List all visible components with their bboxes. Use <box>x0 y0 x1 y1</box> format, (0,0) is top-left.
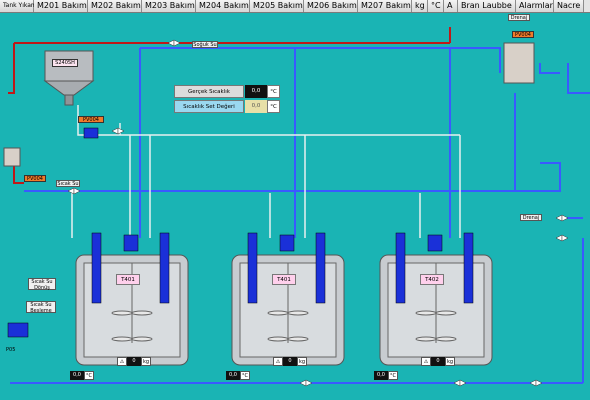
pv-orange-tag[interactable]: PV004 <box>24 175 46 182</box>
weight-unit: kg <box>141 357 151 366</box>
tank-weight-3: ⚠ 0 kg <box>421 357 461 366</box>
tank-temp-2: 0,0 °C <box>226 371 266 380</box>
real-temp-unit: °C <box>267 85 280 98</box>
process-canvas: S240SH Soğuk Su Sıcak Su Drenaj Drenaj S… <box>0 13 590 400</box>
soguk-su-label: Soğuk Su <box>192 41 218 48</box>
tank-weight-2: ⚠ 0 kg <box>273 357 313 366</box>
tank-temp-1: 0,0 °C <box>70 371 110 380</box>
temp-unit: °C <box>84 371 94 380</box>
set-temp-unit: °C <box>267 100 280 113</box>
tank-name-2[interactable]: T401 <box>272 274 296 285</box>
drenaj-top-label[interactable]: Drenaj <box>508 14 530 21</box>
temp-value: 0,0 <box>70 371 84 380</box>
temp-value: 0,0 <box>226 371 240 380</box>
tab-alarmlar[interactable]: Alarmlar <box>516 0 554 12</box>
weight-unit: kg <box>445 357 455 366</box>
top-tab-bar: Tank Yıkama M201 Bakım M202 Bakım M203 B… <box>0 0 590 13</box>
tank-temp-3: 0,0 °C <box>374 371 414 380</box>
temperature-panel: Gerçek Sıcaklık 0,0 °C Sıcaklık Set Değe… <box>174 85 280 113</box>
sicak-su-donus-label: Sıcak Su Dönüş <box>28 278 56 291</box>
silo-label[interactable]: S240SH <box>52 59 78 67</box>
drenaj-right-label[interactable]: Drenaj <box>520 214 542 221</box>
warning-icon: ⚠ <box>117 357 127 366</box>
real-temp-value: 0,0 <box>245 85 267 98</box>
silo-valve-tag[interactable]: PV004 <box>78 116 104 123</box>
weight-unit: kg <box>297 357 307 366</box>
tank-name-1[interactable]: T401 <box>116 274 140 285</box>
temp-unit: °C <box>240 371 250 380</box>
set-temp-value[interactable]: 0,0 <box>245 100 267 113</box>
tab-amper[interactable]: A <box>444 0 458 12</box>
piping-diagram <box>3 27 590 387</box>
exchanger-tag[interactable]: PV004 <box>512 31 534 38</box>
tab-m203-bakim[interactable]: M203 Bakım <box>142 0 196 12</box>
tab-tank-yikama[interactable]: Tank Yıkama <box>0 0 40 12</box>
tab-m201-bakim[interactable]: M201 Bakım <box>34 0 88 12</box>
tab-m204-bakim[interactable]: M204 Bakım <box>196 0 250 12</box>
p05-label: P05 <box>6 347 16 353</box>
weight-value: 0 <box>283 357 297 366</box>
warning-icon: ⚠ <box>273 357 283 366</box>
set-temp-label: Sıcaklık Set Değeri <box>174 100 244 113</box>
weight-value: 0 <box>431 357 445 366</box>
tab-m207-bakim[interactable]: M207 Bakım <box>358 0 412 12</box>
tab-nacre[interactable]: Nacre <box>554 0 584 12</box>
tab-m205-bakim[interactable]: M205 Bakım <box>250 0 304 12</box>
temp-unit: °C <box>388 371 398 380</box>
tab-kg[interactable]: kg <box>412 0 428 12</box>
real-temp-label: Gerçek Sıcaklık <box>174 85 244 98</box>
warning-icon: ⚠ <box>421 357 431 366</box>
tank-name-3[interactable]: T402 <box>420 274 444 285</box>
tab-m202-bakim[interactable]: M202 Bakım <box>88 0 142 12</box>
tab-bran-laubbe[interactable]: Bran Laubbe <box>458 0 516 12</box>
tank-weight-1: ⚠ 0 kg <box>117 357 157 366</box>
sicak-su-besleme-label: Sıcak Su Besleme <box>26 301 56 314</box>
process-pipe <box>71 105 461 238</box>
tab-m206-bakim[interactable]: M206 Bakım <box>304 0 358 12</box>
weight-value: 0 <box>127 357 141 366</box>
temp-value: 0,0 <box>374 371 388 380</box>
sicak-su-label: Sıcak Su <box>56 180 80 187</box>
tab-celsius[interactable]: °C <box>428 0 444 12</box>
